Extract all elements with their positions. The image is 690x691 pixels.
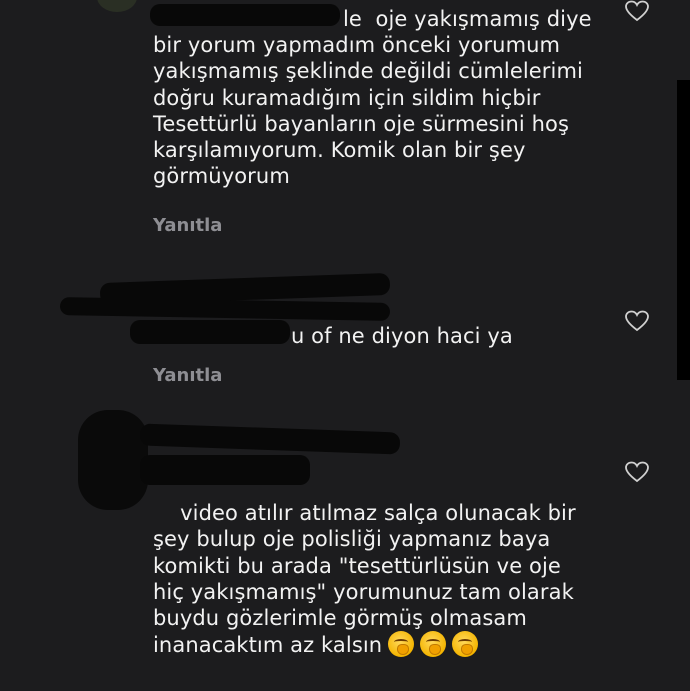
redaction-scribble xyxy=(59,297,391,321)
comment-text: video atılır atılmaz salça olunacak bir … xyxy=(153,474,593,685)
redaction-scribble xyxy=(130,320,290,344)
avatar[interactable] xyxy=(78,410,148,510)
avatar[interactable] xyxy=(97,0,137,12)
comment-body: video atılır atılmaz salça olunacak bir … xyxy=(153,501,583,658)
comment-text: u of ne diyon haci ya xyxy=(291,324,513,348)
yawning-face-icon xyxy=(420,631,447,658)
heart-icon[interactable] xyxy=(625,310,649,332)
comment-item: video atılır atılmaz salça olunacak bir … xyxy=(0,400,690,691)
comment-item: u of ne diyon haci ya Yanıtla xyxy=(0,270,690,390)
reply-button[interactable]: Yanıtla xyxy=(153,365,222,386)
comment-item: le oje yakışmamış diye bir yorum yapmadı… xyxy=(0,0,690,250)
heart-icon[interactable] xyxy=(625,461,649,483)
redaction-scribble xyxy=(139,423,401,455)
heart-icon[interactable] xyxy=(625,0,649,22)
reply-button[interactable]: Yanıtla xyxy=(153,215,222,236)
yawning-face-icon xyxy=(388,631,415,658)
yawning-face-icon xyxy=(452,631,479,658)
comment-text: le oje yakışmamış diye bir yorum yapmadı… xyxy=(153,7,599,189)
